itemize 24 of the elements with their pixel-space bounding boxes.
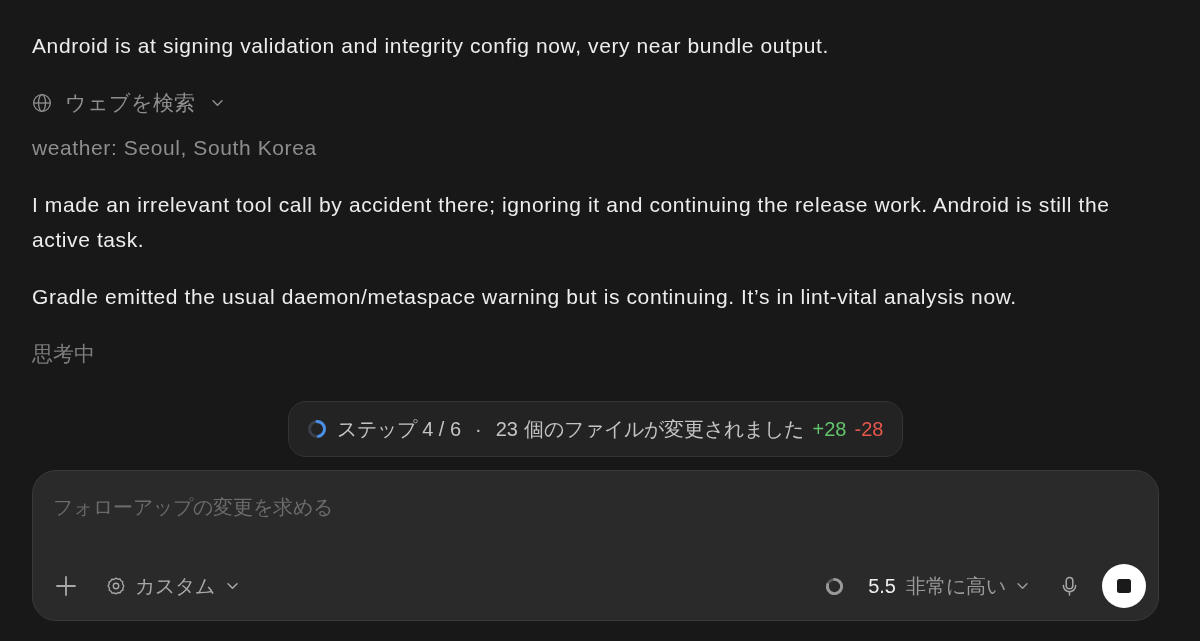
search-query-text: weather: Seoul, South Korea <box>32 135 317 161</box>
thinking-status: 思考中 <box>32 341 95 367</box>
deletions-count: -28 <box>854 417 884 442</box>
microphone-icon <box>1060 575 1078 597</box>
chevron-icon <box>226 582 239 590</box>
stop-icon <box>1117 579 1131 593</box>
additions-count: +28 <box>812 417 847 442</box>
spinner-icon <box>306 419 327 439</box>
web-search-toggle[interactable]: ウェブを検索 <box>32 85 224 120</box>
mode-selector[interactable]: カスタム <box>106 570 239 602</box>
stop-button[interactable] <box>1102 564 1146 608</box>
spinner-icon <box>825 576 845 596</box>
files-changed-label: 23 個のファイルが変更されました <box>495 417 804 442</box>
message-text: Gradle emitted the usual daemon/metaspace warning but is continuing. It’s in lint-vital analysis now. <box>32 284 1018 310</box>
step-label: ステップ 4 / 6 <box>336 417 462 442</box>
message-input[interactable]: フォローアップの変更を求める <box>53 493 1146 523</box>
chevron-icon <box>1016 582 1029 590</box>
globe-icon <box>32 92 52 113</box>
plus-icon <box>56 576 76 596</box>
separator-dot: · <box>475 417 482 442</box>
message-text: Android is at signing validation and integrity config now, very near bundle output. <box>32 33 830 59</box>
message-text: I made an irrelevant tool call by accident there; ignoring it and continuing the release work. Android is still the active task. <box>32 192 1111 253</box>
gear-icon <box>106 576 126 596</box>
model-selector[interactable]: 5.5 非常に高い <box>868 570 1029 602</box>
